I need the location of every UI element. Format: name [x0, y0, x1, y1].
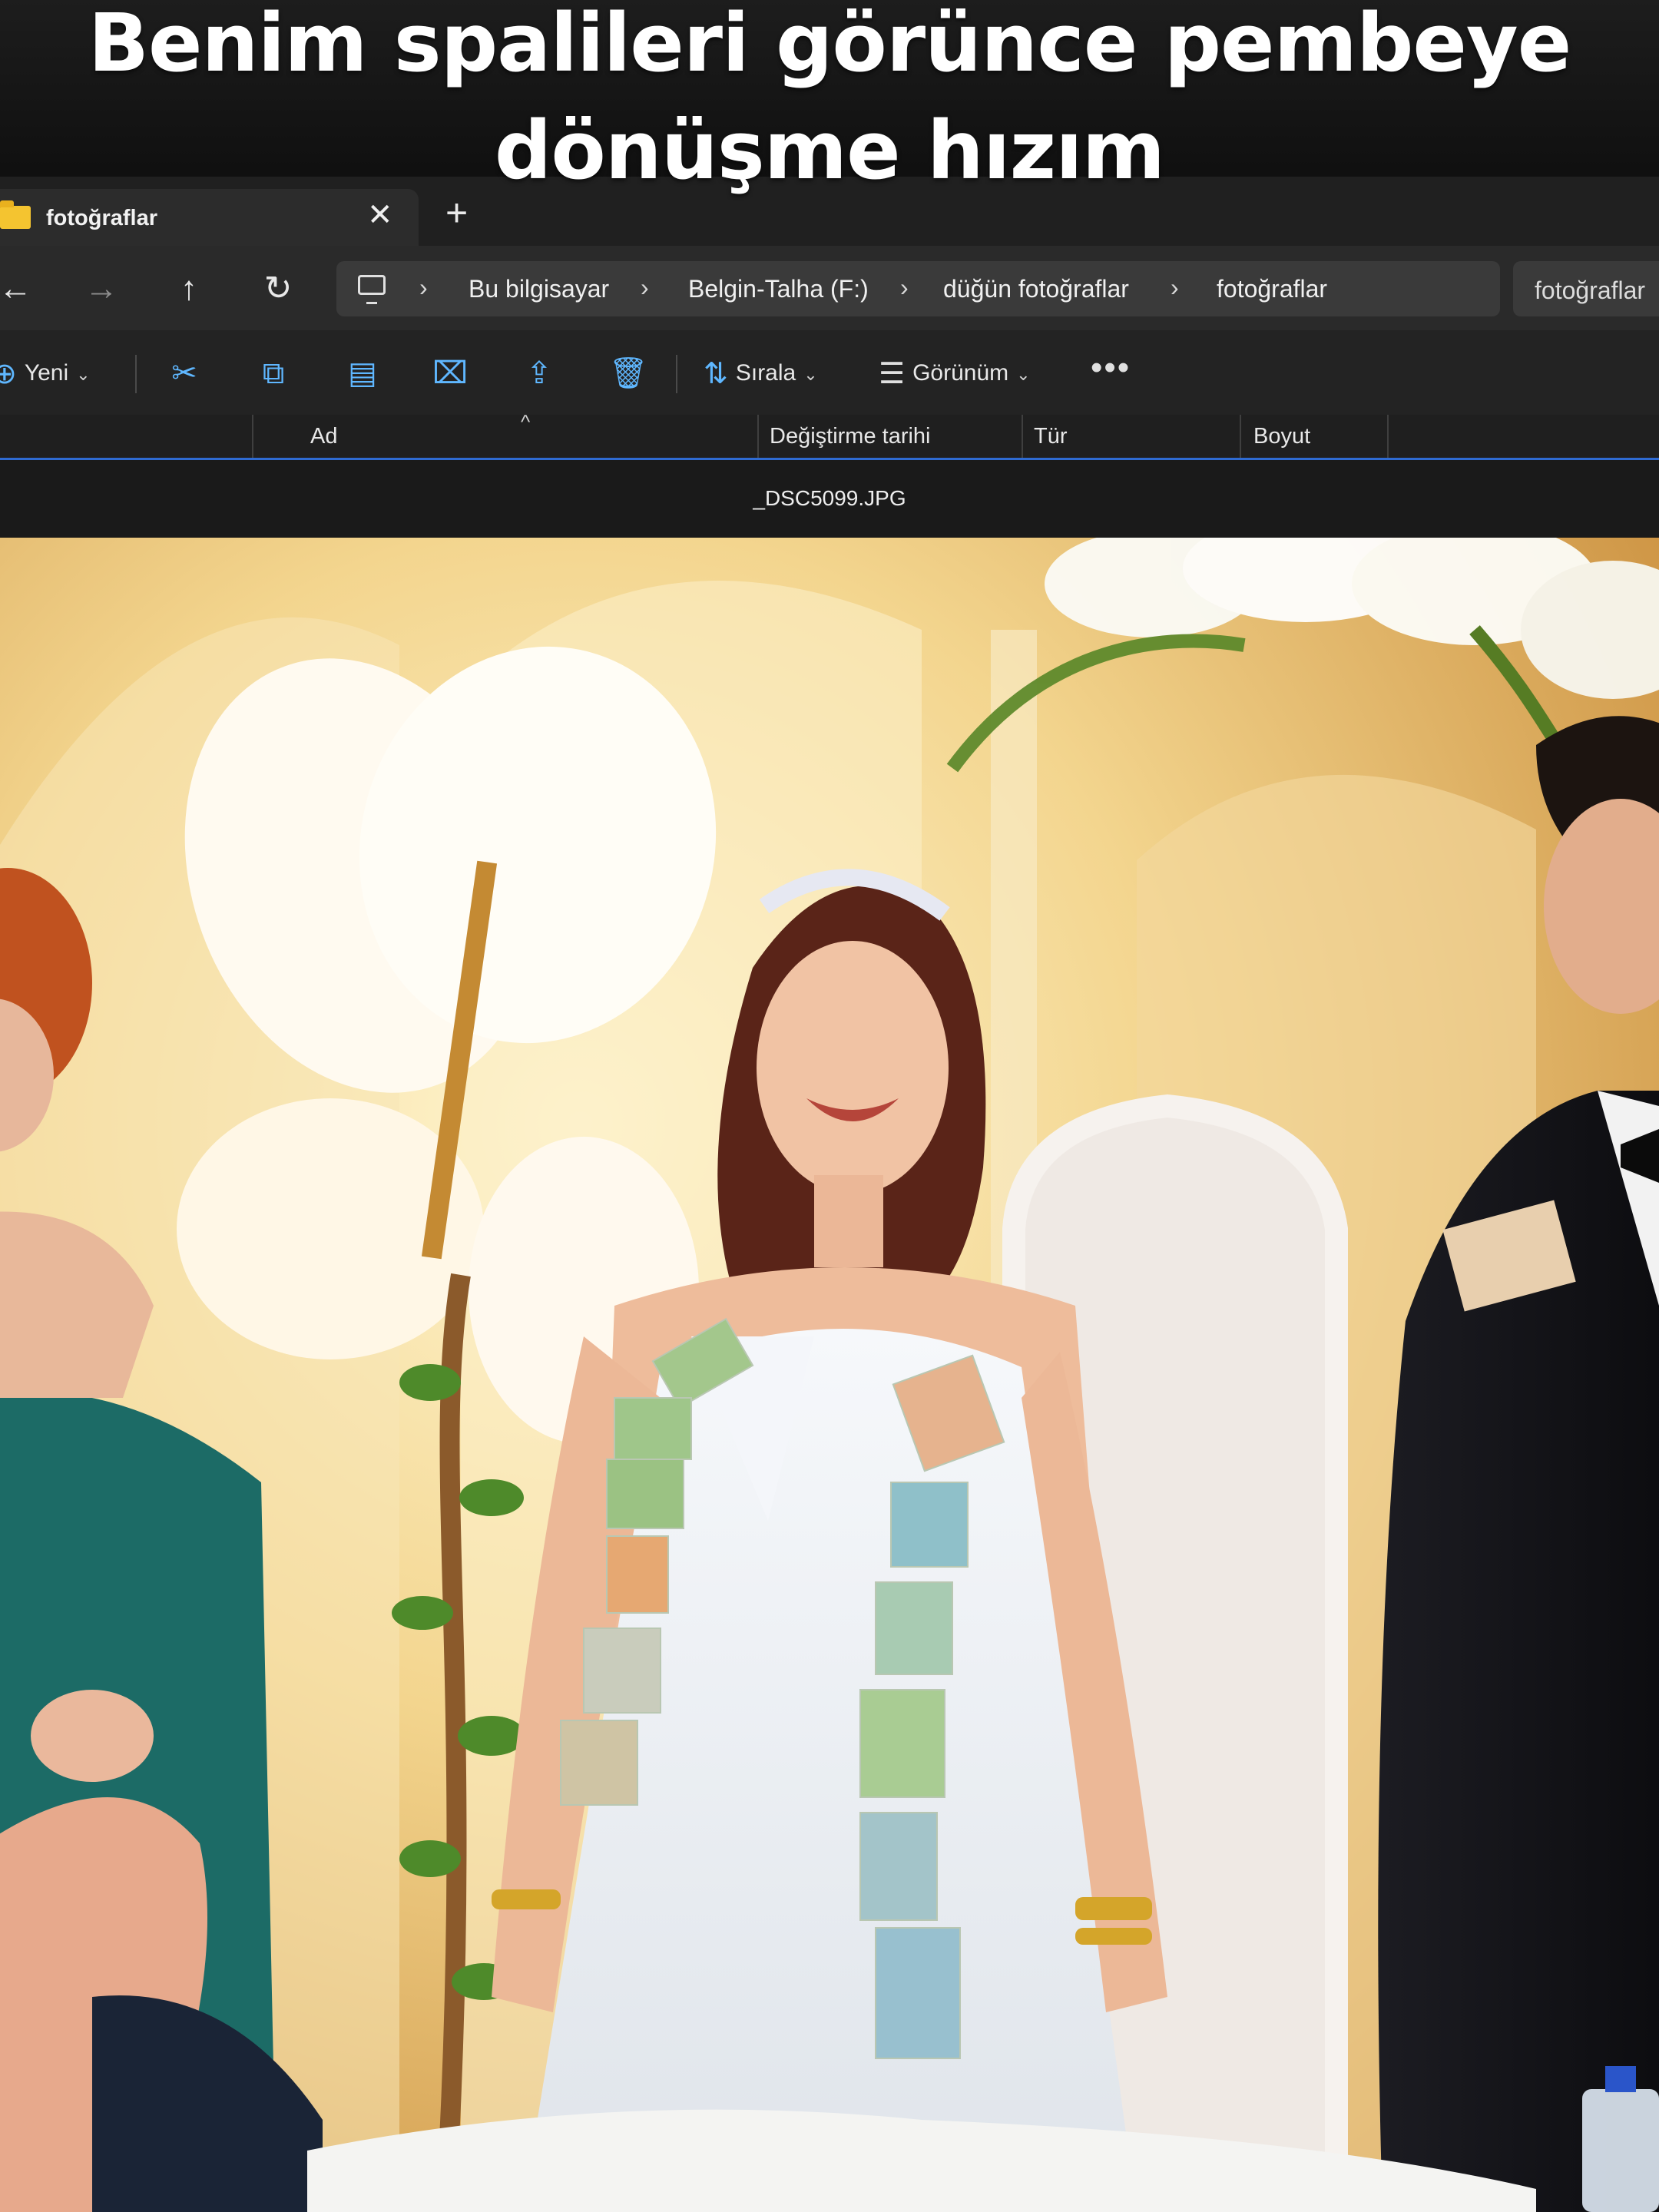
breadcrumb-drive[interactable]: Belgin-Talha (F:)	[688, 275, 869, 303]
column-header-name[interactable]: Ad	[310, 424, 337, 449]
breadcrumb-photos[interactable]: fotoğraflar	[1217, 275, 1327, 303]
caption-line-1: Benim spalileri görünce pembeye	[88, 0, 1572, 90]
sort-button[interactable]: ⇅ Sırala ⌄	[704, 352, 818, 395]
back-arrow-icon[interactable]: ←	[0, 267, 37, 310]
wedding-photo-image	[0, 538, 1659, 2212]
chevron-right-icon[interactable]: ›	[900, 273, 909, 302]
more-options-icon[interactable]: •••	[1091, 349, 1131, 387]
paste-icon[interactable]: ▤	[341, 352, 384, 395]
video-caption: Benim spalileri görünce pembeye dönüşme …	[0, 0, 1659, 204]
search-text: fotoğraflar	[1535, 276, 1646, 304]
cut-icon[interactable]: ✂	[163, 352, 206, 395]
copy-icon[interactable]: ⧉	[252, 352, 295, 395]
breadcrumb-wedding-photos[interactable]: düğün fotoğraflar	[943, 275, 1129, 303]
computer-icon	[358, 275, 386, 304]
navigation-bar: ← → ↑ ↻ › Bu bilgisayar › Belgin-Talha (…	[0, 246, 1659, 330]
tab-label: fotoğraflar	[46, 206, 157, 230]
sort-icon: ⇅	[704, 358, 728, 391]
search-input[interactable]: fotoğraflar	[1513, 261, 1659, 316]
column-header-size[interactable]: Boyut	[1253, 424, 1310, 449]
chevron-down-icon: ⌄	[803, 365, 818, 384]
viewer-title-bar: _DSC5099.JPG	[0, 460, 1659, 537]
chevron-down-icon: ⌄	[1016, 365, 1031, 384]
column-divider[interactable]	[1022, 415, 1023, 458]
address-bar[interactable]: › Bu bilgisayar › Belgin-Talha (F:) › dü…	[336, 261, 1500, 316]
sort-caret-icon: ^	[521, 410, 531, 433]
rename-icon[interactable]: ⌧	[429, 352, 472, 395]
divider	[676, 355, 677, 393]
column-divider[interactable]	[252, 415, 253, 458]
chevron-right-icon[interactable]: ›	[641, 273, 649, 302]
view-label: Görünüm	[912, 360, 1009, 386]
column-divider[interactable]	[1387, 415, 1389, 458]
up-arrow-icon[interactable]: ↑	[167, 267, 210, 310]
column-header-row: ^ Ad Değiştirme tarihi Tür Boyut	[0, 410, 1659, 460]
column-divider[interactable]	[1240, 415, 1241, 458]
breadcrumb-this-pc[interactable]: Bu bilgisayar	[469, 275, 609, 303]
delete-icon[interactable]: 🗑	[607, 352, 650, 395]
caption-line-2: dönüşme hızım	[494, 104, 1165, 197]
plus-circle-icon: ⊕	[0, 358, 17, 391]
column-header-date[interactable]: Değiştirme tarihi	[770, 424, 931, 449]
sort-label: Sırala	[735, 360, 796, 386]
viewer-filename: _DSC5099.JPG	[753, 486, 906, 510]
folder-icon	[0, 200, 31, 229]
chevron-right-icon[interactable]: ›	[1171, 273, 1179, 302]
column-header-type[interactable]: Tür	[1034, 424, 1068, 449]
chevron-right-icon[interactable]: ›	[419, 273, 428, 302]
view-list-icon: ☰	[879, 358, 906, 391]
refresh-icon[interactable]: ↻	[257, 267, 300, 310]
share-icon[interactable]: ⇪	[518, 352, 561, 395]
new-button[interactable]: ⊕ Yeni ⌄	[0, 352, 91, 395]
new-label: Yeni	[24, 360, 69, 386]
column-divider[interactable]	[757, 415, 759, 458]
divider	[135, 355, 137, 393]
screen: fotoğraflar ✕ + ← → ↑ ↻ › Bu bilgisayar …	[0, 0, 1659, 2212]
command-bar: ⊕ Yeni ⌄ ✂ ⧉ ▤ ⌧ ⇪ 🗑 ⇅ Sırala ⌄ ☰ Görünüm ⌄ ••…	[0, 330, 1659, 415]
chevron-down-icon: ⌄	[76, 365, 91, 384]
view-button[interactable]: ☰ Görünüm ⌄	[879, 352, 1031, 395]
forward-arrow-icon[interactable]: →	[80, 267, 123, 310]
wedding-photo	[0, 538, 1659, 2212]
